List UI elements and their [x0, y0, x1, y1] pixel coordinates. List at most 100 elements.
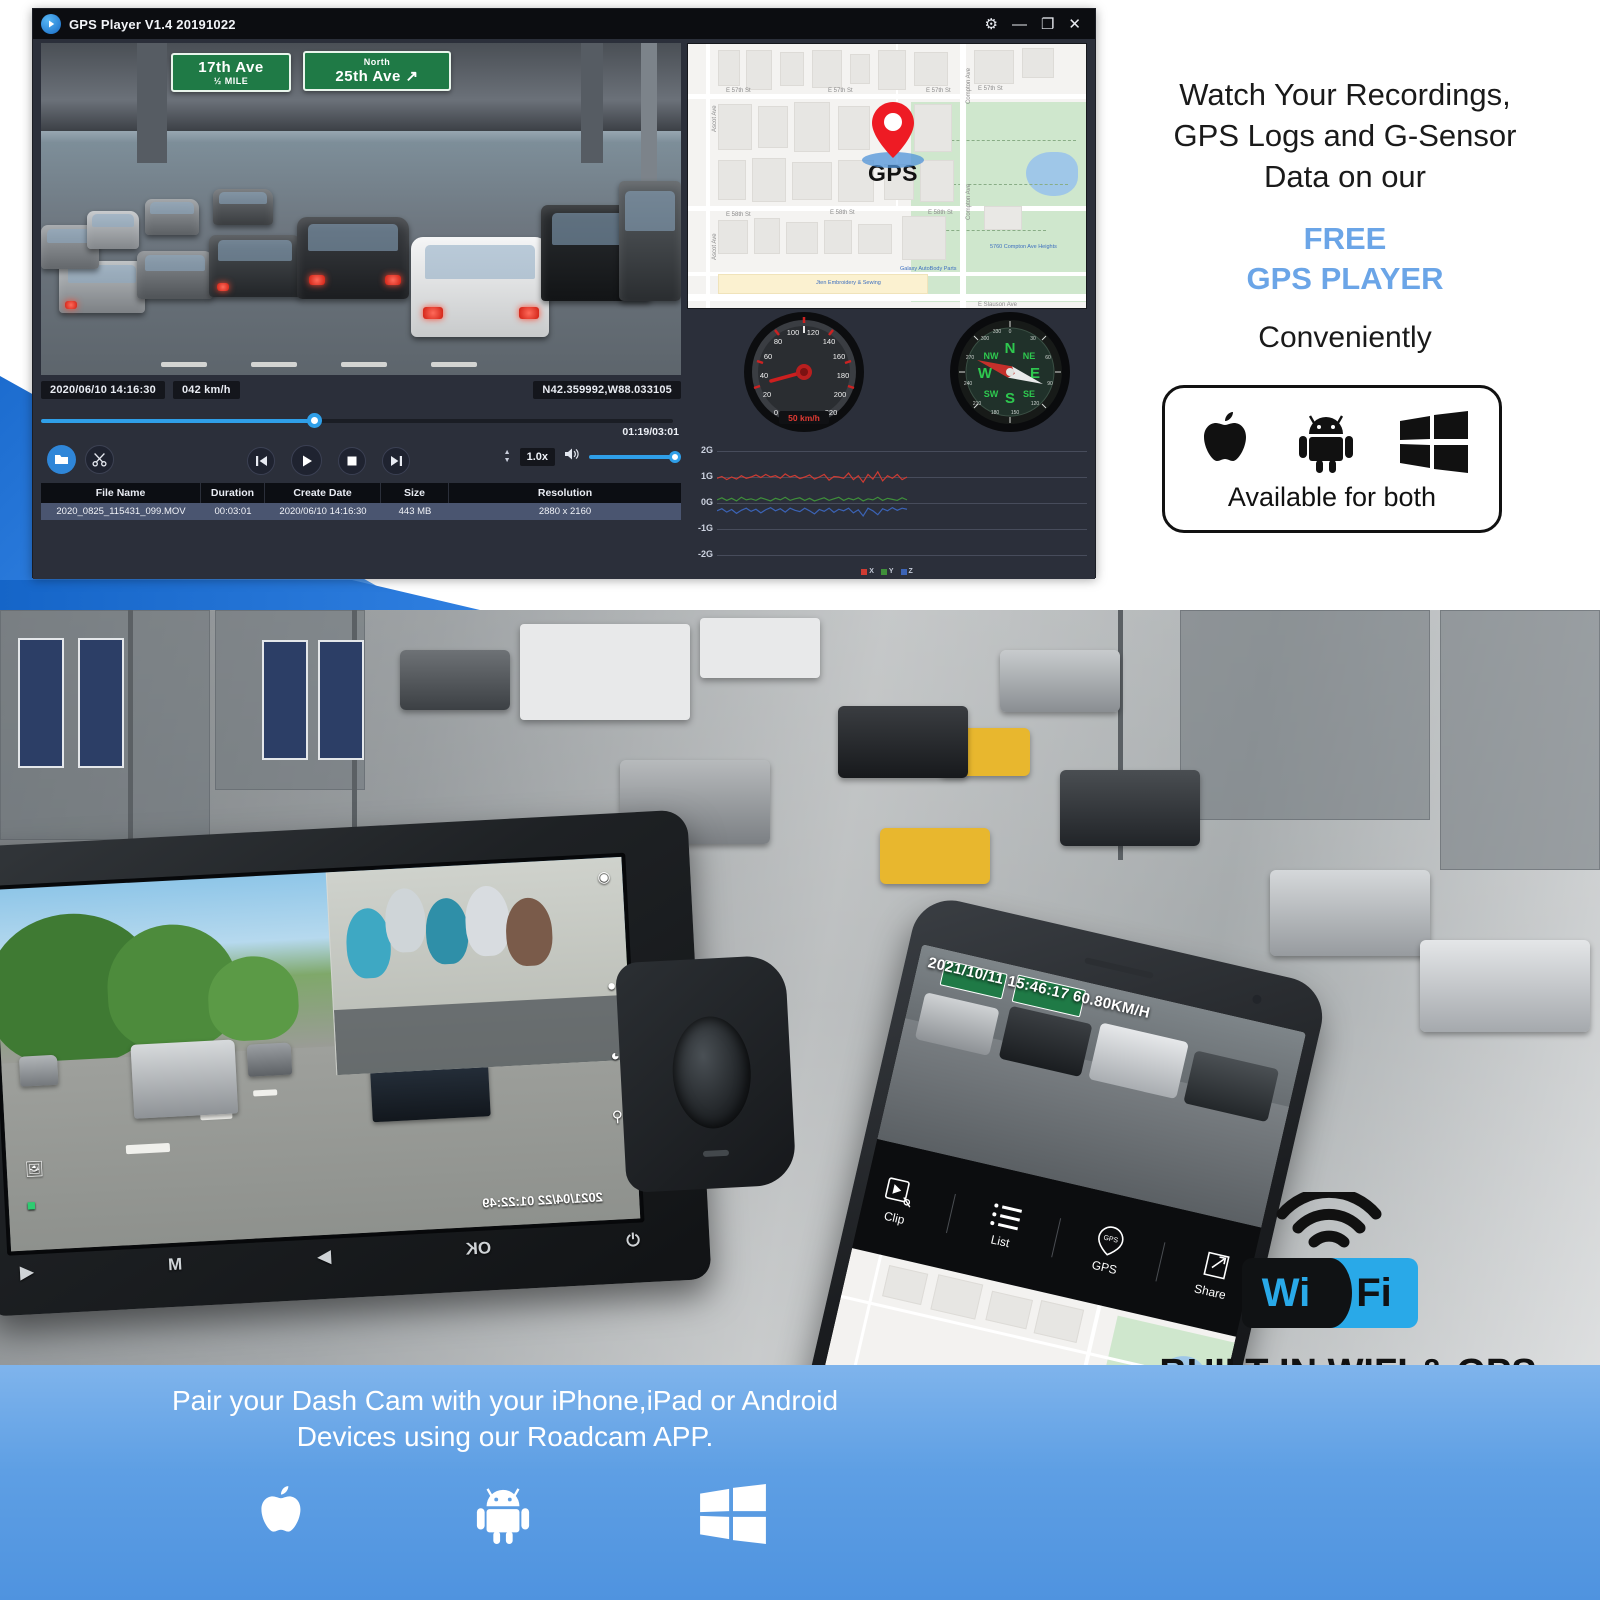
phone-tool-gps[interactable]: GPS GPS — [1089, 1223, 1127, 1277]
conveniently-label: Conveniently — [1258, 321, 1432, 354]
gsensor-chart: 2G 1G 0G -1G -2G X Y Z — [687, 439, 1087, 575]
compass-ne: NE — [1023, 351, 1036, 361]
toolbar-divider — [945, 1193, 956, 1234]
interior-camera-pip — [325, 856, 632, 1075]
vehicle — [619, 181, 681, 301]
map-street-label: E 58th St — [726, 212, 751, 218]
speed-badge: 042 km/h — [172, 381, 240, 399]
next-button[interactable] — [382, 446, 410, 475]
dashcam-button-power[interactable]: ⏻ — [625, 1231, 639, 1252]
svg-text:0: 0 — [1009, 329, 1012, 335]
video-preview[interactable]: 17th Ave ½ MILE North 25th Ave ↗ — [41, 43, 681, 375]
svg-text:GPS: GPS — [1103, 1234, 1119, 1244]
cell-duration: 00:03:01 — [214, 506, 252, 517]
phone-tool-clip[interactable]: Clip — [878, 1175, 918, 1228]
platform-label: Available for both — [1227, 481, 1437, 512]
svg-text:210: 210 — [973, 401, 982, 407]
map-poi-label: Jten Embroidery & Sewing — [816, 280, 881, 286]
apple-icon — [261, 1486, 301, 1532]
map-road — [706, 44, 710, 308]
headline-line-3: Data on our — [1264, 159, 1426, 194]
svg-text:90: 90 — [1047, 381, 1053, 387]
open-folder-button[interactable] — [47, 445, 76, 474]
column-header-resolution[interactable]: Resolution — [449, 483, 681, 503]
dashcam-button-left[interactable]: ◀ — [20, 1262, 34, 1283]
map-preview[interactable]: E 57th St E 57th St E 57th St E 57th St … — [687, 43, 1087, 309]
column-header-file-name[interactable]: File Name — [41, 483, 201, 503]
map-road — [688, 94, 1086, 99]
footer-caption-line-1: Pair your Dash Cam with your iPhone,iPad… — [171, 1385, 839, 1416]
file-list-table[interactable]: File Name Duration Create Date Size Reso… — [41, 483, 681, 520]
volume-slider[interactable] — [589, 450, 681, 463]
marketing-headline-top: Watch Your Recordings, GPS Logs and G-Se… — [1110, 74, 1580, 355]
settings-gear-icon[interactable]: ⚙ — [985, 17, 998, 32]
dashcam-button-menu[interactable]: M — [168, 1254, 183, 1275]
gchart-ytick: -2G — [697, 549, 713, 559]
phone-tool-label: Share — [1192, 1280, 1228, 1302]
wifi-signal-icon — [1276, 1192, 1382, 1248]
phone-tool-list[interactable]: List — [984, 1200, 1023, 1251]
phone-tool-label: Clip — [882, 1208, 907, 1227]
phone-tool-label: List — [989, 1231, 1011, 1250]
compass-nw: NW — [984, 351, 999, 361]
map-poi-label: 5760 Compton Ave Heights — [990, 244, 1057, 250]
svg-text:150: 150 — [1011, 410, 1020, 416]
playback-speed-value[interactable]: 1.0x — [519, 447, 555, 466]
vehicle — [18, 1054, 59, 1087]
column-header-create-date[interactable]: Create Date — [265, 483, 381, 503]
svg-text:60: 60 — [1045, 355, 1051, 361]
platform-icons — [1196, 406, 1468, 478]
vehicle — [213, 189, 273, 225]
seek-handle[interactable] — [306, 413, 322, 428]
map-pin-icon — [872, 102, 914, 158]
sign-subtext: ½ MILE — [213, 76, 249, 86]
coordinates-badge: N42.359992,W88.033105 — [533, 381, 681, 399]
timestamp-badge: 2020/06/10 14:16:30 — [41, 381, 165, 399]
camera-lens-icon — [669, 1014, 754, 1131]
map-street-label: E 58th St — [928, 210, 953, 216]
stop-button[interactable] — [338, 446, 366, 475]
app-title: GPS Player V1.4 20191022 — [69, 16, 236, 32]
elapsed-total-label: 01:19/03:01 — [622, 426, 679, 438]
headline-line-1: Watch Your Recordings, — [1179, 77, 1511, 112]
gps-pin-icon: GPS — [1098, 1225, 1124, 1256]
close-icon[interactable]: ✕ — [1068, 17, 1081, 32]
svg-text:20: 20 — [763, 390, 771, 399]
map-street-label: E Slauson Ave — [978, 302, 1017, 308]
svg-text:0: 0 — [774, 408, 778, 417]
footer-platform-icons — [170, 1483, 850, 1545]
legend-label-y: Y — [888, 568, 894, 575]
product-page: GPS Player V1.4 20191022 ⚙ — ❐ ✕ 17th Av… — [0, 0, 1600, 1600]
seek-bar[interactable]: 01:19/03:01 — [41, 411, 681, 438]
minimize-icon[interactable]: — — [1012, 17, 1027, 32]
platform-availability-badge: Available for both — [1162, 385, 1502, 533]
sd-card-slot — [702, 1149, 730, 1158]
vehicle — [137, 251, 213, 299]
restore-icon[interactable]: ❐ — [1041, 17, 1054, 32]
traffic-scene — [41, 155, 681, 375]
clip-scissors-button[interactable] — [85, 445, 114, 474]
window-controls: ⚙ — ❐ ✕ — [985, 17, 1087, 32]
compass-n: N — [1005, 340, 1016, 357]
volume-icon[interactable] — [564, 447, 580, 466]
top-section: GPS Player V1.4 20191022 ⚙ — ❐ ✕ 17th Av… — [0, 0, 1600, 610]
gchart-legend: X Y Z — [687, 568, 1087, 575]
speed-stepper[interactable]: ▲ ▼ — [504, 449, 511, 464]
sign-text: 25th Ave ↗ — [335, 68, 419, 85]
column-header-size[interactable]: Size — [381, 483, 449, 503]
dashcam-button-ok[interactable]: OK — [465, 1238, 492, 1259]
table-row[interactable]: 2020_0825_115431_099.MOV 00:03:01 2020/0… — [41, 503, 681, 520]
dashcam-button-right[interactable]: ▶ — [317, 1247, 331, 1268]
seek-track[interactable] — [41, 419, 673, 423]
vehicle — [297, 217, 409, 299]
stepper-down-icon[interactable]: ▼ — [504, 457, 511, 464]
stepper-up-icon[interactable]: ▲ — [504, 449, 511, 456]
footer-caption: Pair your Dash Cam with your iPhone,iPad… — [0, 1383, 1010, 1455]
column-header-duration[interactable]: Duration — [201, 483, 265, 503]
volume-handle[interactable] — [669, 450, 681, 463]
window-body: 17th Ave ½ MILE North 25th Ave ↗ E 57th … — [33, 39, 1095, 579]
previous-button[interactable] — [247, 446, 275, 475]
phone-tool-share[interactable]: Share — [1193, 1247, 1235, 1302]
legend-z: Z — [900, 568, 913, 575]
play-button[interactable] — [291, 445, 322, 476]
